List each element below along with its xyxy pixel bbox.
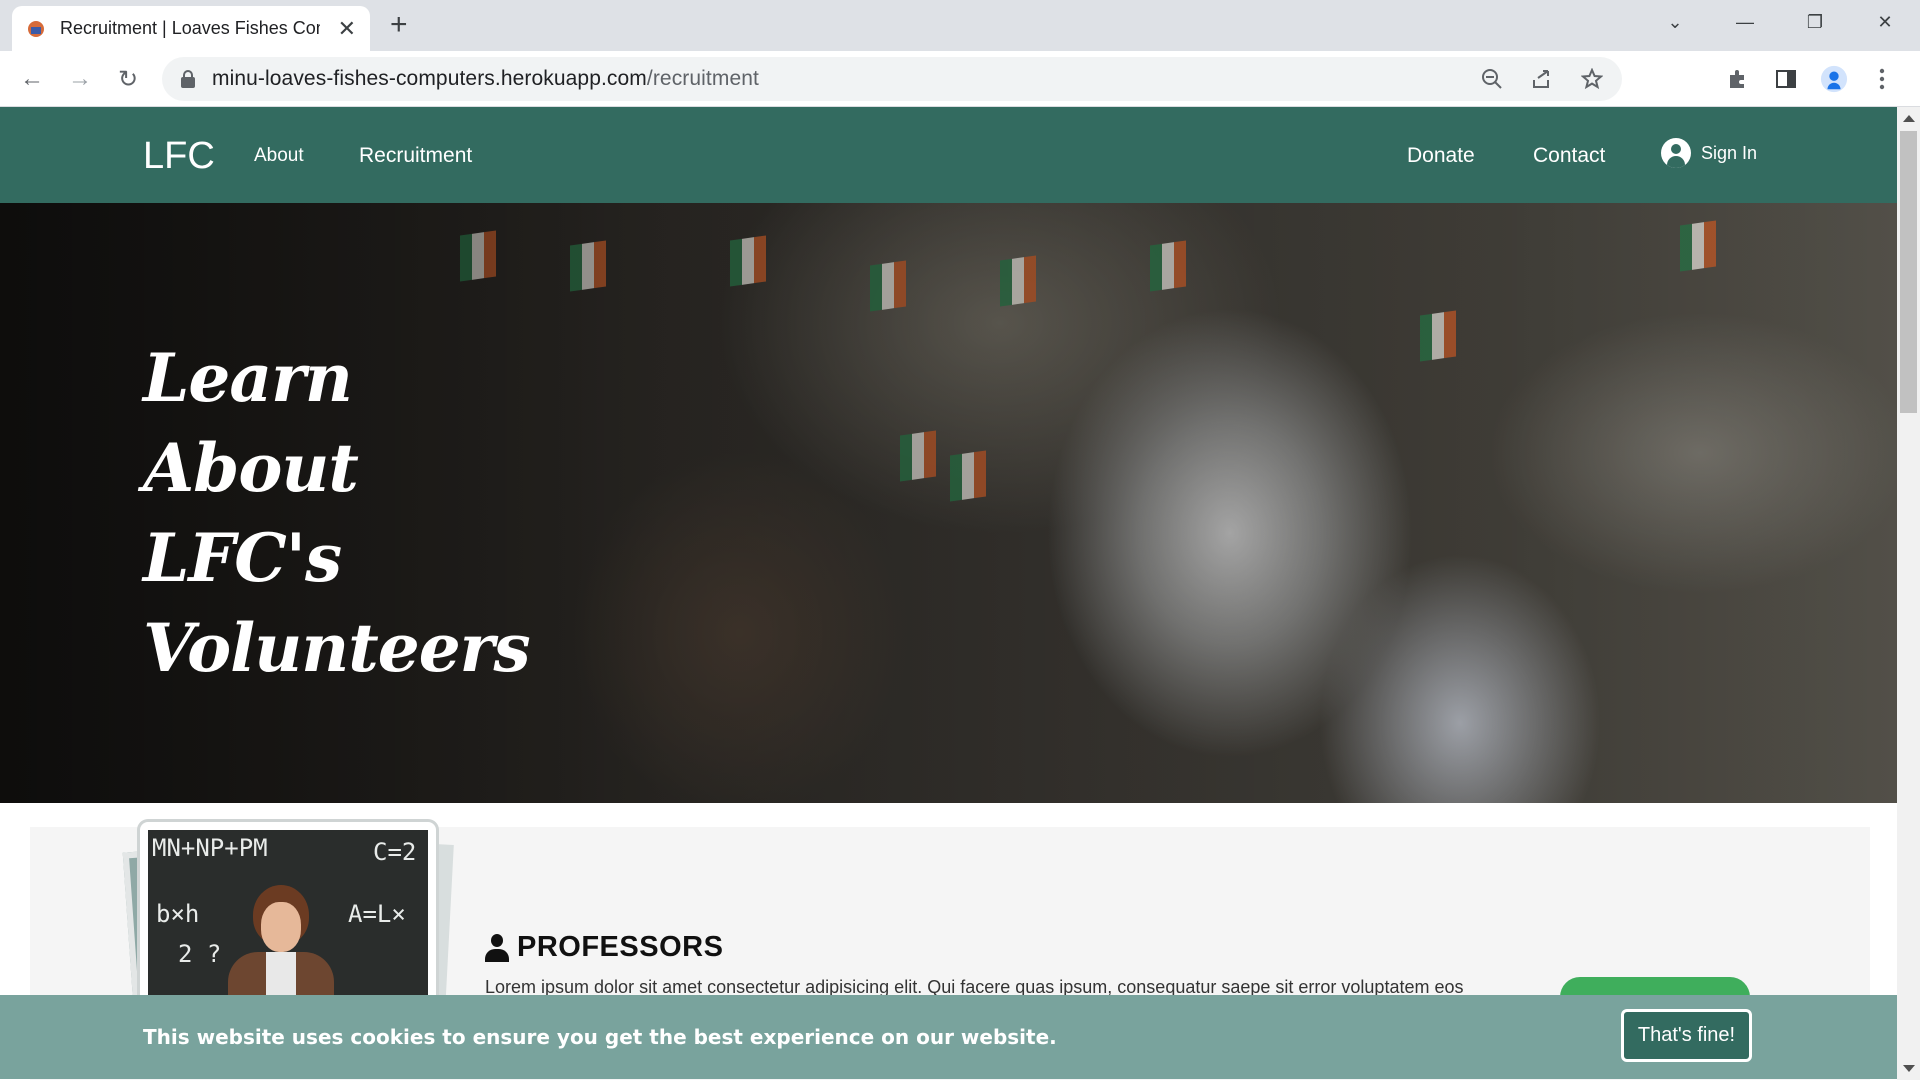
browser-toolbar: ← → ↻ minu-loaves-fishes-computers.herok…	[0, 51, 1920, 107]
tab-title: Recruitment | Loaves Fishes Computers	[60, 18, 320, 38]
hero-heading: Learn About LFC's Volunteers	[143, 339, 531, 687]
sign-in-label: Sign In	[1701, 142, 1758, 163]
hero-banner: Learn About LFC's Volunteers	[0, 203, 1897, 803]
browser-tab-strip: Recruitment | Loaves Fishes Computers ✕ …	[0, 0, 1920, 51]
browser-tab[interactable]: Recruitment | Loaves Fishes Computers ✕	[12, 6, 370, 51]
page-scrollbar[interactable]	[1897, 107, 1920, 1080]
minimize-icon[interactable]: —	[1710, 0, 1780, 44]
forward-icon[interactable]: →	[64, 63, 96, 95]
sign-in-link[interactable]: Sign In	[1661, 138, 1757, 168]
address-bar[interactable]: minu-loaves-fishes-computers.herokuapp.c…	[162, 57, 1622, 101]
url-text: minu-loaves-fishes-computers.herokuapp.c…	[212, 67, 759, 90]
reload-icon[interactable]: ↻	[112, 63, 144, 95]
site-favicon-icon	[28, 20, 44, 37]
close-tab-icon[interactable]: ✕	[338, 17, 356, 40]
site-navbar: LFC About Recruitment Donate Contact Sig…	[0, 107, 1897, 203]
back-icon[interactable]: ←	[16, 63, 48, 95]
cookie-banner: This website uses cookies to ensure you …	[0, 995, 1897, 1079]
zoom-icon[interactable]	[1480, 67, 1504, 91]
profile-avatar-icon[interactable]	[1820, 63, 1848, 95]
close-window-icon[interactable]: ✕	[1850, 0, 1920, 44]
bookmark-star-icon[interactable]	[1580, 67, 1604, 91]
nav-recruitment[interactable]: Recruitment	[359, 144, 472, 168]
nav-contact[interactable]: Contact	[1533, 144, 1605, 168]
extensions-puzzle-icon[interactable]	[1724, 63, 1752, 95]
section-title: PROFESSORS	[485, 931, 723, 964]
person-icon	[485, 933, 509, 962]
nav-about[interactable]: About	[254, 145, 304, 167]
scroll-down-arrow-icon[interactable]	[1903, 1065, 1915, 1072]
brand-logo[interactable]: LFC	[143, 135, 215, 178]
nav-donate[interactable]: Donate	[1407, 144, 1475, 168]
user-circle-icon	[1661, 138, 1691, 168]
tab-search-icon[interactable]: ⌄	[1640, 0, 1710, 44]
browser-menu-icon[interactable]	[1868, 63, 1896, 95]
scrollbar-thumb[interactable]	[1900, 131, 1917, 413]
restore-icon[interactable]: ❐	[1780, 0, 1850, 44]
accept-cookies-button[interactable]: That's fine!	[1621, 1009, 1752, 1062]
side-panel-icon[interactable]	[1772, 63, 1800, 95]
new-tab-button[interactable]: +	[390, 10, 408, 40]
professor-photo: MN+NP+PM C=2 b×h A=L× 2 ?	[140, 822, 436, 1022]
scroll-up-arrow-icon[interactable]	[1903, 115, 1915, 122]
lock-icon	[181, 70, 195, 88]
page-viewport: LFC About Recruitment Donate Contact Sig…	[0, 107, 1897, 1080]
cookie-message: This website uses cookies to ensure you …	[143, 1025, 1057, 1049]
share-icon[interactable]	[1530, 67, 1554, 91]
